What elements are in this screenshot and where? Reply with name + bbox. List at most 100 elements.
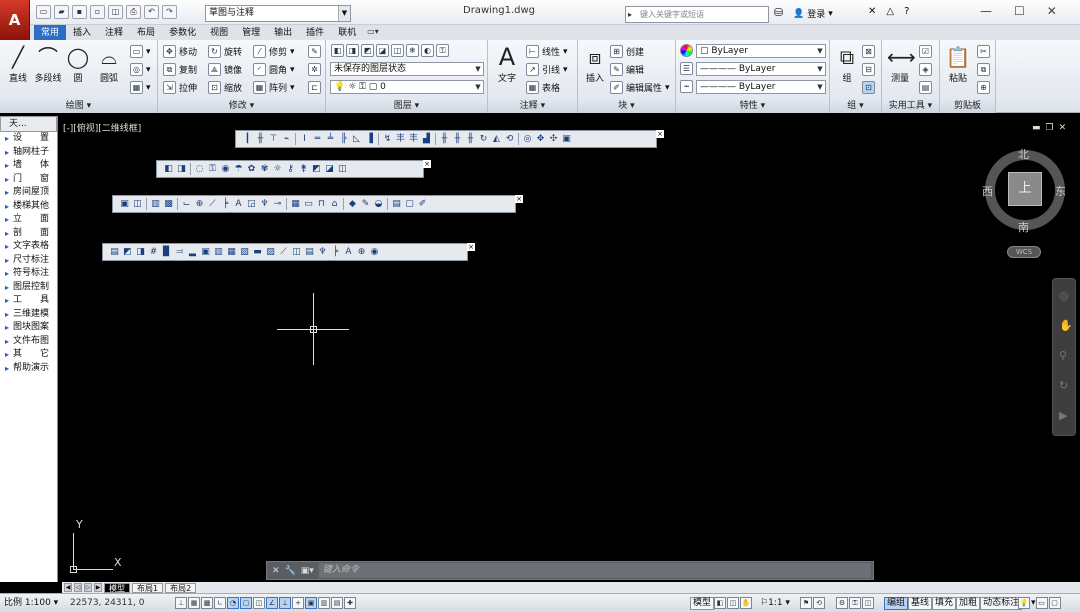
help-icon[interactable]: ? [904,6,909,17]
tt-icon-5[interactable]: ▉ [161,247,172,258]
tab-online[interactable]: 联机 [331,25,363,40]
dim-center-icon[interactable]: ╫ [439,134,450,145]
infer-constraints-icon[interactable]: ⊥ [175,597,187,609]
sidebar-item[interactable]: ▸ 其 它 [0,348,57,362]
tb-icon-2[interactable]: ◫ [132,199,143,210]
tab-layout2[interactable]: 布局2 [165,582,197,593]
dynamic-dim-toggle[interactable]: 动态标注 [980,597,1023,610]
new-file-icon[interactable]: ▭ [36,5,51,19]
dim-continue-icon[interactable]: ↯ [382,134,393,145]
tt-icon-11[interactable]: ▧ [239,247,250,258]
floating-toolbar-tangent[interactable]: ▤ ◩ ◨ # ▉ ⫤ ▂ ▣ ▥ ▦ ▧ ▬ ▨ ⟋ ◫ ▤ ♆ ╞ A ⊕ ◉ × [102,243,475,261]
hatch-button[interactable]: ▦ ▾ [130,81,151,94]
tb-icon-13[interactable]: ▦ [290,199,301,210]
fill-toggle[interactable]: 填充 [932,597,957,610]
ribbon-toggle-icon[interactable]: ▭▾ [363,25,383,40]
status-menu-icon[interactable]: ▭ [1035,597,1048,609]
tb-icon-5[interactable]: ⌙ [181,199,192,210]
sidebar-item[interactable]: ▸ 帮助演示 [0,362,57,376]
layer-bulb-icon[interactable]: ◌ [194,164,205,175]
tb-icon-7[interactable]: ⟋ [207,199,218,210]
viewcube-north[interactable]: 北 [1018,146,1029,162]
tt-icon-21[interactable]: ◉ [369,247,380,258]
dim-angular-icon[interactable]: ╠ [338,134,349,145]
redo-icon[interactable]: ↷ [162,5,177,19]
ducs-icon[interactable]: ⟂ [279,597,291,609]
dim-diameter-icon[interactable]: ═ [312,134,323,145]
table-button[interactable]: ▦ 表格 [526,81,560,94]
viewport-label[interactable]: [-][俯视][二维线框] [63,121,141,134]
sidebar-item[interactable]: ▸ 门 窗 [0,173,57,187]
arc-button[interactable]: ⌓ 圆弧 [94,44,124,84]
workspace-switch-icon[interactable]: ⚙ [836,597,848,609]
dim-tolerance-icon[interactable]: ▟ [421,134,432,145]
osnap-icon[interactable]: ▢ [240,597,252,609]
tt-icon-19[interactable]: A [343,247,354,258]
panel-modify-title[interactable]: 修改 ▾ [158,100,325,113]
exchange-icon[interactable]: ✕ [868,6,876,17]
floating-toolbar-layers[interactable]: ◧ ◨ ◌ ⚿ ◉ ☂ ✿ ✾ ☼ ⚷ ⚵ ◩ ◪ ◫ × [156,160,431,178]
text-button[interactable]: A 文字 [492,44,522,84]
tb-icon-1[interactable]: ▣ [119,199,130,210]
trim-button[interactable]: ⁄ 修剪 ▾ [253,45,295,58]
dim-style-icon[interactable]: ◎ [522,134,533,145]
baseline-toggle[interactable]: 基线 [908,597,933,610]
tb-icon-18[interactable]: ✎ [360,199,371,210]
application-menu-button[interactable]: A [0,0,30,40]
dim-move-icon[interactable]: ✣ [548,134,559,145]
tt-icon-1[interactable]: ▤ [109,247,120,258]
move-button[interactable]: ✥ 移动 [163,45,197,58]
linetype-dropdown[interactable]: ———— ByLayer ▼ [696,80,826,94]
create-block-button[interactable]: ⊞ 创建 [610,45,644,58]
copy-button[interactable]: ⧉ 复制 [163,63,197,76]
binoculars-icon[interactable]: ⛁ [774,6,783,19]
tt-icon-4[interactable]: # [148,247,159,258]
sidebar-item[interactable]: ▸ 图块图案 [0,321,57,335]
panel-draw-title[interactable]: 绘图 ▾ [0,100,157,113]
login-button[interactable]: 👤 登录 ▾ [793,7,833,21]
layer-translate-icon[interactable]: ◫ [337,164,348,175]
layer-dropdown[interactable]: 💡 ☼ ⚿ ▢ 0 ▼ [330,80,484,94]
tb-icon-22[interactable]: ✐ [417,199,428,210]
command-input[interactable]: 键入命令 [318,563,871,578]
dim-override-icon[interactable]: ✥ [535,134,546,145]
autodesk-icon[interactable]: △ [886,6,894,17]
sidebar-item[interactable]: ▸ 三维建模 [0,308,57,322]
stretch-button[interactable]: ⇲ 拉伸 [163,81,197,94]
sidebar-item[interactable]: ▸ 图层控制 [0,281,57,295]
steering-wheel-icon[interactable]: ◎ [1059,289,1069,302]
first-tab-icon[interactable]: ◀ [64,583,72,592]
tb-icon-19[interactable]: ◒ [373,199,384,210]
edit-attribute-button[interactable]: ✐ 编辑属性 ▾ [610,81,670,94]
floating-toolbar-modify[interactable]: ▣ ◫ ▥ ▩ ⌙ ⊕ ⟋ ╞ A ◲ ♆ ⊸ ▦ ▭ ⊓ ⌂ ◆ ✎ ◒ ▤ ▢ ✐ × [112,195,523,213]
ungroup-icon[interactable]: ⊠ [862,45,875,58]
layer-delete-icon[interactable]: ✾ [259,164,270,175]
tt-icon-7[interactable]: ▂ [187,247,198,258]
panel-layers-title[interactable]: 图层 ▾ [326,100,487,113]
dim-radius-icon[interactable]: Ⅰ [299,134,310,145]
hardware-accel-icon[interactable]: ◫ [862,597,874,609]
erase-button[interactable]: ✎ [308,45,321,58]
group-select-icon[interactable]: ⊡ [862,81,875,94]
viewcube-east[interactable]: 东 [1055,183,1066,199]
minimize-icon[interactable]: ▬ [1032,123,1041,133]
layer-unlock-icon[interactable]: ⚵ [298,164,309,175]
tab-output[interactable]: 输出 [267,25,299,40]
layer-prop-icon[interactable]: ◧ [163,164,174,175]
sidebar-item[interactable]: ▸ 轴网柱子 [0,146,57,160]
dim-quick-icon[interactable]: ◺ [351,134,362,145]
sidebar-item[interactable]: ▸ 房间屋顶 [0,186,57,200]
sidebar-item[interactable]: ▸ 工 具 [0,294,57,308]
save-as-icon[interactable]: ▫ [90,5,105,19]
layer-on-icon[interactable]: ◉ [220,164,231,175]
model-space-toggle[interactable]: 模型 [690,597,715,610]
quick-view-layouts-icon[interactable]: ◧ [714,597,726,609]
wrench-icon[interactable]: 🔧 [285,566,296,576]
search-input[interactable]: ▸ 键入关键字或短语 [625,6,769,23]
paste-button[interactable]: 📋 粘贴 [943,44,973,84]
print-icon[interactable]: ⎙ [126,5,141,19]
tab-parametric[interactable]: 参数化 [162,25,203,40]
tt-icon-14[interactable]: ⟋ [278,247,289,258]
match-properties-icon[interactable] [680,44,693,57]
sidebar-item[interactable]: ▸ 墙 体 [0,159,57,173]
